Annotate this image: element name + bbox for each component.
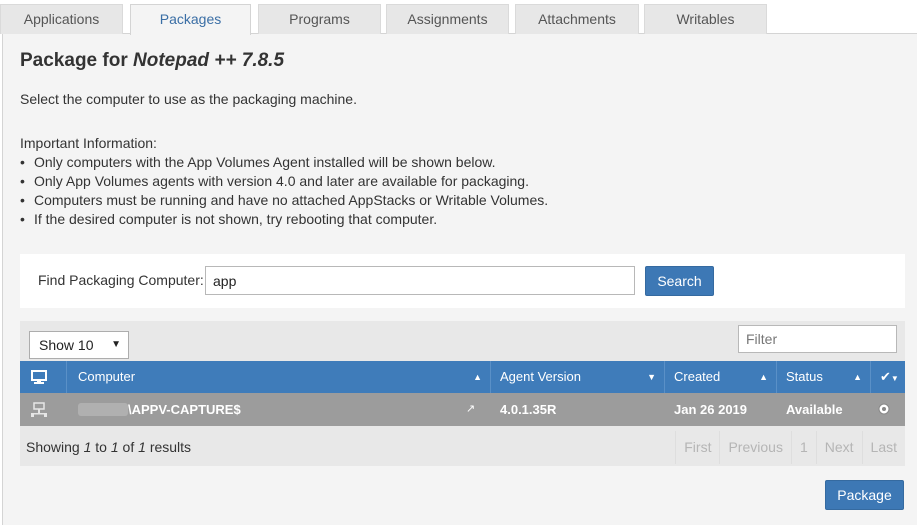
column-status-label: Status xyxy=(786,369,823,384)
info-item: Computers must be running and have no at… xyxy=(20,191,548,210)
title-app-name: Notepad ++ 7.8.5 xyxy=(133,50,285,71)
page-title: Package for Notepad ++ 7.8.5 xyxy=(20,50,284,72)
tab-attachments[interactable]: Attachments xyxy=(515,4,639,34)
caret-down-icon: ▼ xyxy=(111,339,121,350)
created-date: Jan 26 2019 xyxy=(674,402,748,417)
tab-programs[interactable]: Programs xyxy=(258,4,381,34)
column-computer[interactable]: Computer ▲ xyxy=(67,361,491,393)
table-row[interactable]: \APPV-CAPTURE$ ↗ 4.0.1.35R Jan 26 2019 A… xyxy=(20,393,905,426)
pager-page-button[interactable]: 1 xyxy=(790,431,816,464)
column-agent-version[interactable]: Agent Version ▼ xyxy=(491,361,665,393)
info-item: Only App Volumes agents with version 4.0… xyxy=(20,172,548,191)
tab-applications[interactable]: Applications xyxy=(0,4,123,34)
pager-next-button[interactable]: Next xyxy=(815,431,862,464)
status-value: Available xyxy=(786,402,843,417)
check-dropdown-icon: ✔▼ xyxy=(880,369,899,384)
monitor-icon xyxy=(31,370,47,384)
show-entries-select[interactable]: Show 10 ▼ xyxy=(29,331,129,359)
show-entries-value: Show 10 xyxy=(39,337,94,353)
results-from: 1 xyxy=(83,439,92,455)
computer-name: \APPV-CAPTURE$ xyxy=(128,402,241,417)
info-item: Only computers with the App Volumes Agen… xyxy=(20,153,548,172)
info-list: Only computers with the App Volumes Agen… xyxy=(20,153,548,229)
sort-up-icon: ▲ xyxy=(759,372,768,382)
column-computer-label: Computer xyxy=(78,369,136,384)
column-created-label: Created xyxy=(674,369,721,384)
results-to: 1 xyxy=(110,439,119,455)
results-showing-label: Showing xyxy=(26,439,80,455)
info-heading: Important Information: xyxy=(20,135,157,151)
select-radio[interactable] xyxy=(878,393,892,426)
sort-up-icon: ▲ xyxy=(853,372,862,382)
pager-last-button[interactable]: Last xyxy=(861,431,905,464)
column-status[interactable]: Status ▲ xyxy=(777,361,871,393)
find-label: Find Packaging Computer: xyxy=(38,272,204,288)
find-computer-input[interactable] xyxy=(205,266,635,295)
column-created[interactable]: Created ▲ xyxy=(665,361,777,393)
results-total: 1 xyxy=(138,439,146,455)
package-button[interactable]: Package xyxy=(825,480,904,510)
column-icon-header xyxy=(20,361,67,393)
filter-input[interactable] xyxy=(738,325,897,353)
sort-up-icon: ▲ xyxy=(473,372,482,382)
search-button[interactable]: Search xyxy=(645,266,714,296)
external-link-icon[interactable]: ↗ xyxy=(466,393,480,426)
column-select[interactable]: ✔▼ xyxy=(871,361,905,393)
find-computer-box: Find Packaging Computer: Search xyxy=(20,254,905,308)
title-prefix: Package for xyxy=(20,50,128,71)
results-summary: Showing 1 to 1 of 1 results xyxy=(26,439,191,455)
pagination: First Previous 1 Next Last xyxy=(675,431,905,464)
results-to-label: to xyxy=(95,439,107,455)
info-item: If the desired computer is not shown, tr… xyxy=(20,210,548,229)
sort-down-icon: ▼ xyxy=(647,372,656,382)
tab-packages[interactable]: Packages xyxy=(130,4,251,35)
table-header: Computer ▲ Agent Version ▼ Created ▲ Sta… xyxy=(20,361,905,393)
tab-writables[interactable]: Writables xyxy=(644,4,767,34)
computer-network-icon xyxy=(30,393,56,426)
tab-bar: Applications Packages Programs Assignmen… xyxy=(0,0,917,35)
agent-version: 4.0.1.35R xyxy=(500,402,557,417)
pager-previous-button[interactable]: Previous xyxy=(719,431,790,464)
tab-assignments[interactable]: Assignments xyxy=(386,4,509,34)
redacted-domain xyxy=(78,393,128,426)
page-description: Select the computer to use as the packag… xyxy=(20,91,357,107)
column-agent-version-label: Agent Version xyxy=(500,369,581,384)
pager-first-button[interactable]: First xyxy=(675,431,719,464)
results-of-label: of xyxy=(122,439,135,455)
computer-table-box: Show 10 ▼ Computer ▲ Agent Version ▼ Cre… xyxy=(20,321,905,466)
results-label: results xyxy=(149,439,192,455)
